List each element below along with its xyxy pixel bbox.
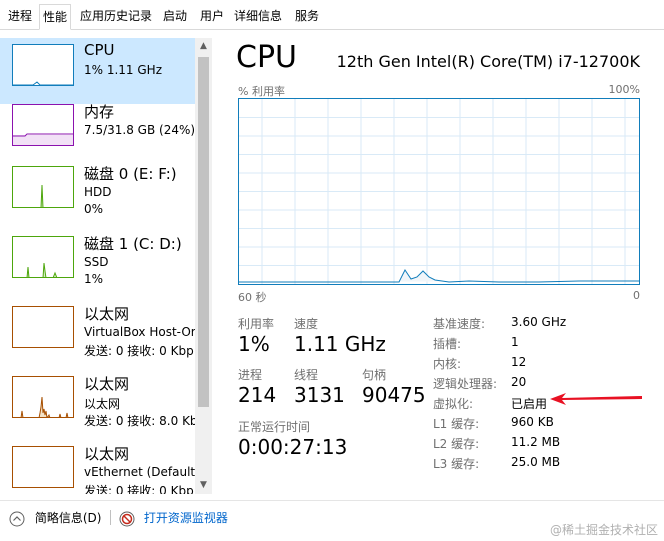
- annotation-arrow-icon: [550, 393, 642, 405]
- tab-bar: 进程 性能 应用历史记录 启动 用户 详细信息 服务: [0, 0, 664, 30]
- tab-startup[interactable]: 启动: [160, 4, 190, 30]
- sidebar-item-subtitle: HDD: [84, 185, 112, 199]
- chart-y-axis-label: % 利用率: [238, 85, 285, 98]
- uptime-label: 正常运行时间: [238, 420, 311, 434]
- disk-0-thumbnail-graph: [12, 166, 74, 208]
- sidebar-item-title: 以太网: [84, 445, 130, 463]
- open-resource-monitor-link[interactable]: 打开资源监视器: [119, 509, 228, 527]
- l3-cache-value: 25.0 MB: [511, 455, 561, 469]
- watermark-text: @稀土掘金技术社区: [549, 523, 658, 537]
- ethernet-thumbnail-graph: [12, 306, 74, 348]
- sidebar-item-ethernet-vethernet[interactable]: 以太网 vEthernet (Default , 发送: 0 接收: 0 Kbp: [0, 440, 203, 494]
- sidebar-item-subtitle: 1% 1.11 GHz: [84, 63, 163, 77]
- scroll-down-icon[interactable]: ▼: [195, 477, 212, 494]
- sidebar-scrollbar[interactable]: ▲ ▼: [195, 38, 212, 494]
- virtualization-value: 已启用: [511, 397, 548, 411]
- sidebar-item-subtitle: 以太网: [84, 397, 121, 411]
- scrollbar-thumb[interactable]: [198, 57, 209, 407]
- resource-monitor-icon: [119, 511, 135, 526]
- sidebar-item-subtitle-2: 1%: [84, 272, 104, 286]
- chart-x-start-label: 60 秒: [238, 291, 267, 304]
- logical-processors-label: 逻辑处理器:: [433, 377, 498, 391]
- sidebar-item-subtitle-2: 发送: 0 接收: 0 Kbp: [84, 344, 194, 358]
- tab-users[interactable]: 用户: [197, 4, 227, 30]
- sidebar-item-disk-0[interactable]: 磁盘 0 (E: F:) HDD 0%: [0, 160, 195, 226]
- cpu-model-name: 12th Gen Intel(R) Core(TM) i7-12700K: [336, 52, 640, 71]
- sidebar-item-subtitle: VirtualBox Host-Or: [84, 325, 196, 339]
- sidebar-item-subtitle-2: 发送: 0 接收: 8.0 Kb: [84, 414, 198, 428]
- resource-list: CPU 1% 1.11 GHz 内存 7.5/31.8 GB (24%) 磁盘 …: [0, 34, 212, 494]
- speed-value: 1.11 GHz: [294, 332, 386, 356]
- uptime-value: 0:00:27:13: [238, 435, 348, 459]
- sidebar-item-ethernet[interactable]: 以太网 以太网 发送: 0 接收: 8.0 Kb: [0, 370, 198, 436]
- tab-app-history[interactable]: 应用历史记录: [77, 4, 155, 30]
- sidebar-item-title: CPU: [84, 41, 115, 59]
- sidebar-item-subtitle: vEthernet (Default ,: [84, 465, 203, 479]
- sidebar-item-subtitle: 7.5/31.8 GB (24%): [84, 123, 196, 137]
- tab-processes[interactable]: 进程: [5, 4, 35, 30]
- sidebar-item-title: 内存: [84, 103, 115, 121]
- memory-thumbnail-graph: [12, 104, 74, 146]
- chart-x-end-label: 0: [633, 289, 640, 302]
- cores-value: 12: [511, 355, 527, 369]
- sidebar-item-title: 磁盘 0 (E: F:): [84, 165, 177, 183]
- sidebar-item-memory[interactable]: 内存 7.5/31.8 GB (24%): [0, 98, 195, 164]
- handles-label: 句柄: [362, 368, 387, 382]
- logical-processors-value: 20: [511, 375, 527, 389]
- utilization-label: 利用率: [238, 317, 275, 331]
- speed-label: 速度: [294, 317, 319, 331]
- processes-value: 214: [238, 383, 277, 407]
- sidebar-item-disk-1[interactable]: 磁盘 1 (C: D:) SSD 1%: [0, 230, 195, 296]
- cores-label: 内核:: [433, 357, 462, 371]
- base-speed-label: 基准速度:: [433, 317, 486, 331]
- sidebar-item-subtitle-2: 发送: 0 接收: 0 Kbp: [84, 484, 194, 494]
- threads-value: 3131: [294, 383, 345, 407]
- disk-1-thumbnail-graph: [12, 236, 74, 278]
- sidebar-item-subtitle-2: 0%: [84, 202, 104, 216]
- ethernet-thumbnail-graph: [12, 376, 74, 418]
- chevron-up-circle-icon: [9, 511, 25, 526]
- sidebar-item-ethernet-virtualbox[interactable]: 以太网 VirtualBox Host-Or 发送: 0 接收: 0 Kbp: [0, 300, 196, 366]
- brief-info-label: 简略信息(D): [34, 511, 102, 525]
- ethernet-thumbnail-graph: [12, 446, 74, 488]
- sidebar-item-subtitle: SSD: [84, 255, 109, 269]
- brief-info-button[interactable]: 简略信息(D): [9, 509, 101, 527]
- processes-label: 进程: [238, 368, 263, 382]
- l1-cache-label: L1 缓存:: [433, 417, 480, 431]
- l1-cache-value: 960 KB: [511, 415, 554, 429]
- sockets-label: 插槽:: [433, 337, 462, 351]
- sidebar-item-cpu[interactable]: CPU 1% 1.11 GHz: [0, 38, 195, 104]
- tab-performance[interactable]: 性能: [39, 4, 72, 30]
- utilization-value: 1%: [238, 332, 270, 356]
- scroll-up-icon[interactable]: ▲: [195, 38, 212, 55]
- cpu-utilization-graph: [238, 98, 640, 285]
- threads-label: 线程: [294, 368, 319, 382]
- open-resource-monitor-label: 打开资源监视器: [143, 511, 228, 525]
- l3-cache-label: L3 缓存:: [433, 457, 480, 471]
- sockets-value: 1: [511, 335, 519, 349]
- sidebar-item-title: 以太网: [84, 305, 130, 323]
- tab-details[interactable]: 详细信息: [231, 4, 285, 30]
- tab-services[interactable]: 服务: [292, 4, 322, 30]
- l2-cache-value: 11.2 MB: [511, 435, 561, 449]
- footer-divider: [110, 510, 111, 525]
- sidebar-item-title: 磁盘 1 (C: D:): [84, 235, 182, 253]
- cpu-thumbnail-graph: [12, 44, 74, 86]
- base-speed-value: 3.60 GHz: [511, 315, 567, 329]
- l2-cache-label: L2 缓存:: [433, 437, 480, 451]
- sidebar-item-title: 以太网: [84, 375, 130, 393]
- page-title: CPU: [236, 40, 297, 75]
- virtualization-label: 虚拟化:: [433, 397, 474, 411]
- chart-y-max-label: 100%: [608, 83, 640, 96]
- handles-value: 90475: [362, 383, 426, 407]
